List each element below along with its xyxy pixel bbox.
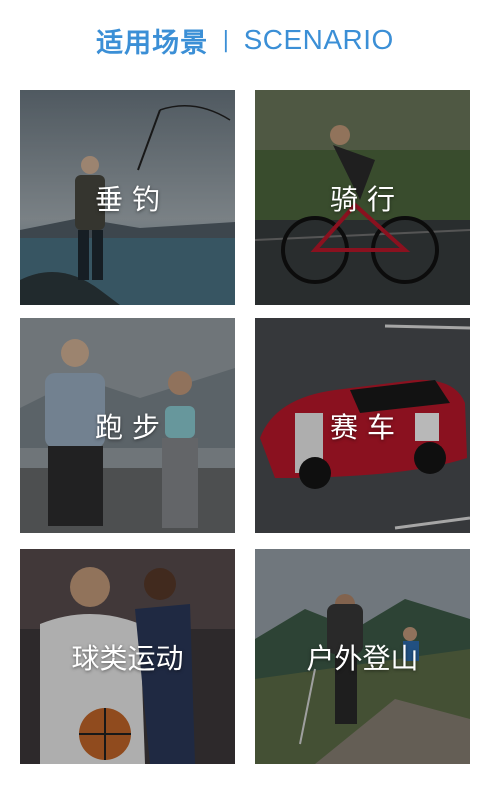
scenario-label: 跑 步	[95, 410, 160, 444]
scenario-label: 垂 钓	[95, 182, 160, 216]
scenario-tile-ball-sports: 球类运动	[20, 549, 235, 764]
scenario-label: 球类运动	[71, 641, 184, 675]
header-title-chinese: 适用场景	[96, 27, 209, 59]
scenario-tile-cycling: 骑 行	[255, 90, 470, 305]
scenario-label: 户外登山	[306, 641, 419, 675]
header-separator: |	[222, 27, 230, 53]
scenario-tile-hiking: 户外登山	[255, 549, 470, 764]
scenario-label: 赛 车	[330, 410, 395, 444]
scenario-tile-racing: 赛 车	[255, 318, 470, 533]
scenario-tile-running: 跑 步	[20, 318, 235, 533]
scenario-tile-fishing: 垂 钓	[20, 90, 235, 305]
section-header: 适用场景 | SCENARIO	[0, 18, 490, 62]
header-title-english: SCENARIO	[243, 24, 394, 55]
scenario-label: 骑 行	[330, 182, 395, 216]
